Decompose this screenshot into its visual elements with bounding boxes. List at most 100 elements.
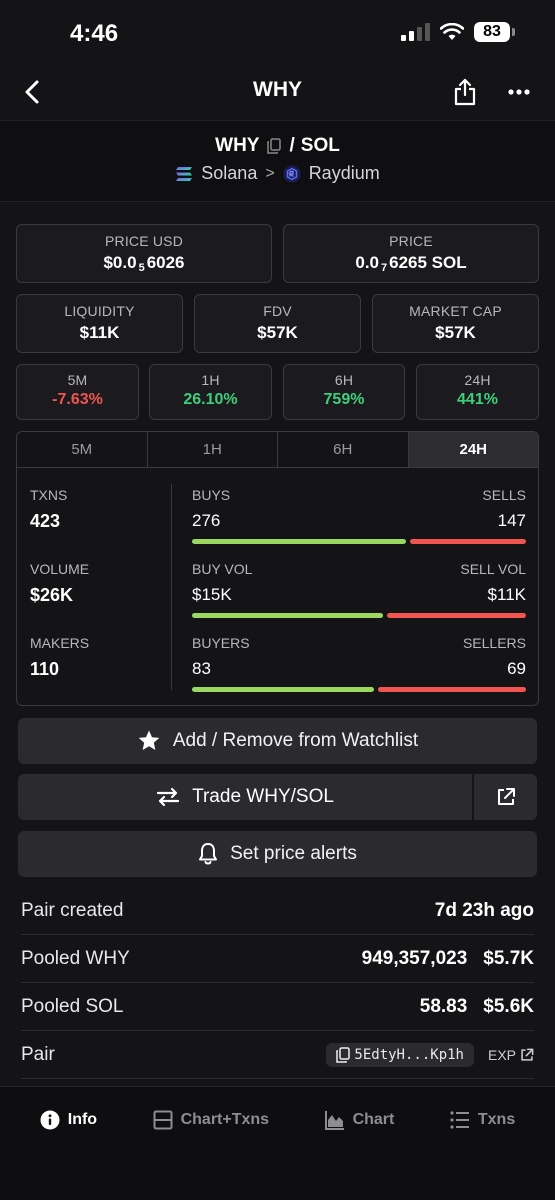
fdv-card: FDV $57K: [194, 294, 361, 353]
price-usd-label: PRICE USD: [104, 233, 184, 249]
explorer-link[interactable]: EXP: [488, 1047, 534, 1063]
market-cap-value: $57K: [435, 323, 476, 342]
sells-value: 147: [497, 511, 526, 530]
nav-tab-chart-txns[interactable]: Chart+Txns: [153, 1110, 269, 1130]
txns-value: 423: [30, 511, 61, 531]
more-options-button[interactable]: [501, 74, 537, 110]
pair-address-label: Pair: [21, 1043, 55, 1065]
external-trade-button[interactable]: [474, 774, 537, 820]
nav-tab-txns[interactable]: Txns: [450, 1111, 515, 1129]
liquidity-label: LIQUIDITY: [64, 303, 135, 319]
wifi-icon: [440, 23, 464, 40]
quote-token: SOL: [300, 135, 340, 156]
pair-header: WHY / SOL Solana > Raydium: [0, 120, 555, 202]
liquidity-card: LIQUIDITY $11K: [16, 294, 183, 353]
buy-vol-label: BUY VOL: [192, 561, 253, 577]
buys-bar-fill: [192, 539, 407, 544]
share-button[interactable]: [447, 74, 483, 110]
volume-stat: VOLUME $26K: [30, 561, 89, 606]
share-icon: [454, 78, 476, 106]
cellular-signal-icon: [401, 23, 430, 41]
stats-timeframe-tabs: 5M 1H 6H 24H: [17, 432, 538, 468]
change-1h-value: 26.10%: [183, 391, 238, 408]
price-native-value: 0.0 7 6265 SOL: [355, 253, 467, 274]
chevron-right-icon: >: [265, 164, 275, 182]
copy-icon[interactable]: [267, 138, 282, 154]
tab-6h[interactable]: 6H: [278, 432, 409, 467]
copy-icon: [336, 1046, 351, 1063]
watchlist-button[interactable]: Add / Remove from Watchlist: [18, 718, 537, 764]
chain-dex-line: Solana > Raydium: [0, 163, 555, 184]
buys-sells-stat: BUYS SELLS 276 147: [192, 487, 526, 544]
pooled-base-label: Pooled WHY: [21, 947, 130, 969]
change-6h-card[interactable]: 6H 759%: [283, 364, 405, 420]
dex-link[interactable]: Raydium: [309, 163, 380, 184]
change-1h-card[interactable]: 1H 26.10%: [149, 364, 272, 420]
nav-tab-chart[interactable]: Chart: [324, 1110, 394, 1130]
chain-link[interactable]: Solana: [201, 163, 257, 184]
sellers-bar-fill: [377, 687, 526, 692]
external-link-icon: [497, 788, 515, 805]
sell-vol-bar-fill: [387, 613, 526, 618]
tab-5m[interactable]: 5M: [17, 432, 148, 467]
txns-stat: TXNS 423: [30, 487, 67, 532]
stats-divider: [171, 484, 172, 690]
nav-tab-info-label: Info: [67, 1111, 98, 1128]
volume-label: VOLUME: [30, 561, 90, 577]
area-chart-icon: [324, 1111, 344, 1130]
raydium-logo-icon: [283, 165, 301, 183]
buys-sells-bar: [192, 539, 526, 544]
pair-separator: /: [289, 135, 295, 156]
buys-value: 276: [192, 511, 221, 530]
change-24h-label: 24H: [464, 372, 491, 388]
price-native-label: PRICE: [389, 233, 433, 249]
sells-bar-fill: [410, 539, 526, 544]
pair-created-label: Pair created: [21, 899, 124, 921]
transaction-stats-panel: 5M 1H 6H 24H TXNS 423 VOLUME $26K MAKERS…: [16, 431, 539, 706]
nav-tab-chart-txns-label: Chart+Txns: [180, 1111, 270, 1128]
change-5m-card[interactable]: 5M -7.63%: [16, 364, 139, 420]
trade-label: Trade WHY/SOL: [192, 786, 334, 807]
nav-header: WHY: [0, 66, 555, 120]
nav-tab-txns-label: Txns: [477, 1111, 516, 1128]
price-usd-value: $0.0 5 6026: [103, 253, 185, 274]
pair-address-copy-button[interactable]: 5EdtyH...Kp1h: [326, 1042, 474, 1067]
price-alerts-button[interactable]: Set price alerts: [18, 831, 537, 877]
change-24h-card[interactable]: 24H 441%: [416, 364, 539, 420]
status-time: 4:46: [70, 20, 119, 47]
trade-button[interactable]: Trade WHY/SOL: [18, 774, 472, 820]
makers-stat: MAKERS 110: [30, 635, 89, 680]
price-usd-card: PRICE USD $0.0 5 6026: [16, 224, 272, 283]
sell-vol-label: SELL VOL: [460, 561, 526, 577]
solana-logo-icon: [175, 166, 193, 182]
tab-24h[interactable]: 24H: [408, 432, 538, 467]
pooled-quote-label: Pooled SOL: [21, 995, 124, 1017]
status-icons: 83: [401, 22, 515, 42]
price-alerts-label: Set price alerts: [230, 843, 357, 864]
base-token: WHY: [215, 135, 260, 156]
star-icon: [138, 730, 160, 750]
tab-1h[interactable]: 1H: [148, 432, 278, 467]
market-cap-label: MARKET CAP: [409, 303, 502, 319]
change-5m-value: -7.63%: [52, 391, 103, 408]
txns-label: TXNS: [30, 487, 68, 503]
external-link-icon: [521, 1048, 534, 1061]
buy-sell-vol-bar: [192, 613, 526, 618]
buyers-value: 83: [192, 659, 211, 678]
pair-created-value: 7d 23h ago: [434, 899, 534, 921]
makers-label: MAKERS: [30, 635, 90, 651]
sells-label: SELLS: [482, 487, 526, 503]
makers-value: 110: [30, 659, 60, 679]
trade-group: Trade WHY/SOL: [18, 774, 537, 820]
buyers-sellers-stat: BUYERS SELLERS 83 69: [192, 635, 526, 692]
price-native-card: PRICE 0.0 7 6265 SOL: [283, 224, 539, 283]
fdv-label: FDV: [263, 303, 292, 319]
nav-tab-info[interactable]: Info: [40, 1110, 97, 1130]
buy-sell-vol-stat: BUY VOL SELL VOL $15K $11K: [192, 561, 526, 618]
split-layout-icon: [153, 1110, 173, 1130]
buyers-bar-fill: [192, 687, 374, 692]
change-1h-label: 1H: [201, 372, 220, 388]
change-6h-label: 6H: [334, 372, 354, 388]
sellers-value: 69: [507, 659, 526, 678]
more-dots-icon: [508, 89, 530, 95]
